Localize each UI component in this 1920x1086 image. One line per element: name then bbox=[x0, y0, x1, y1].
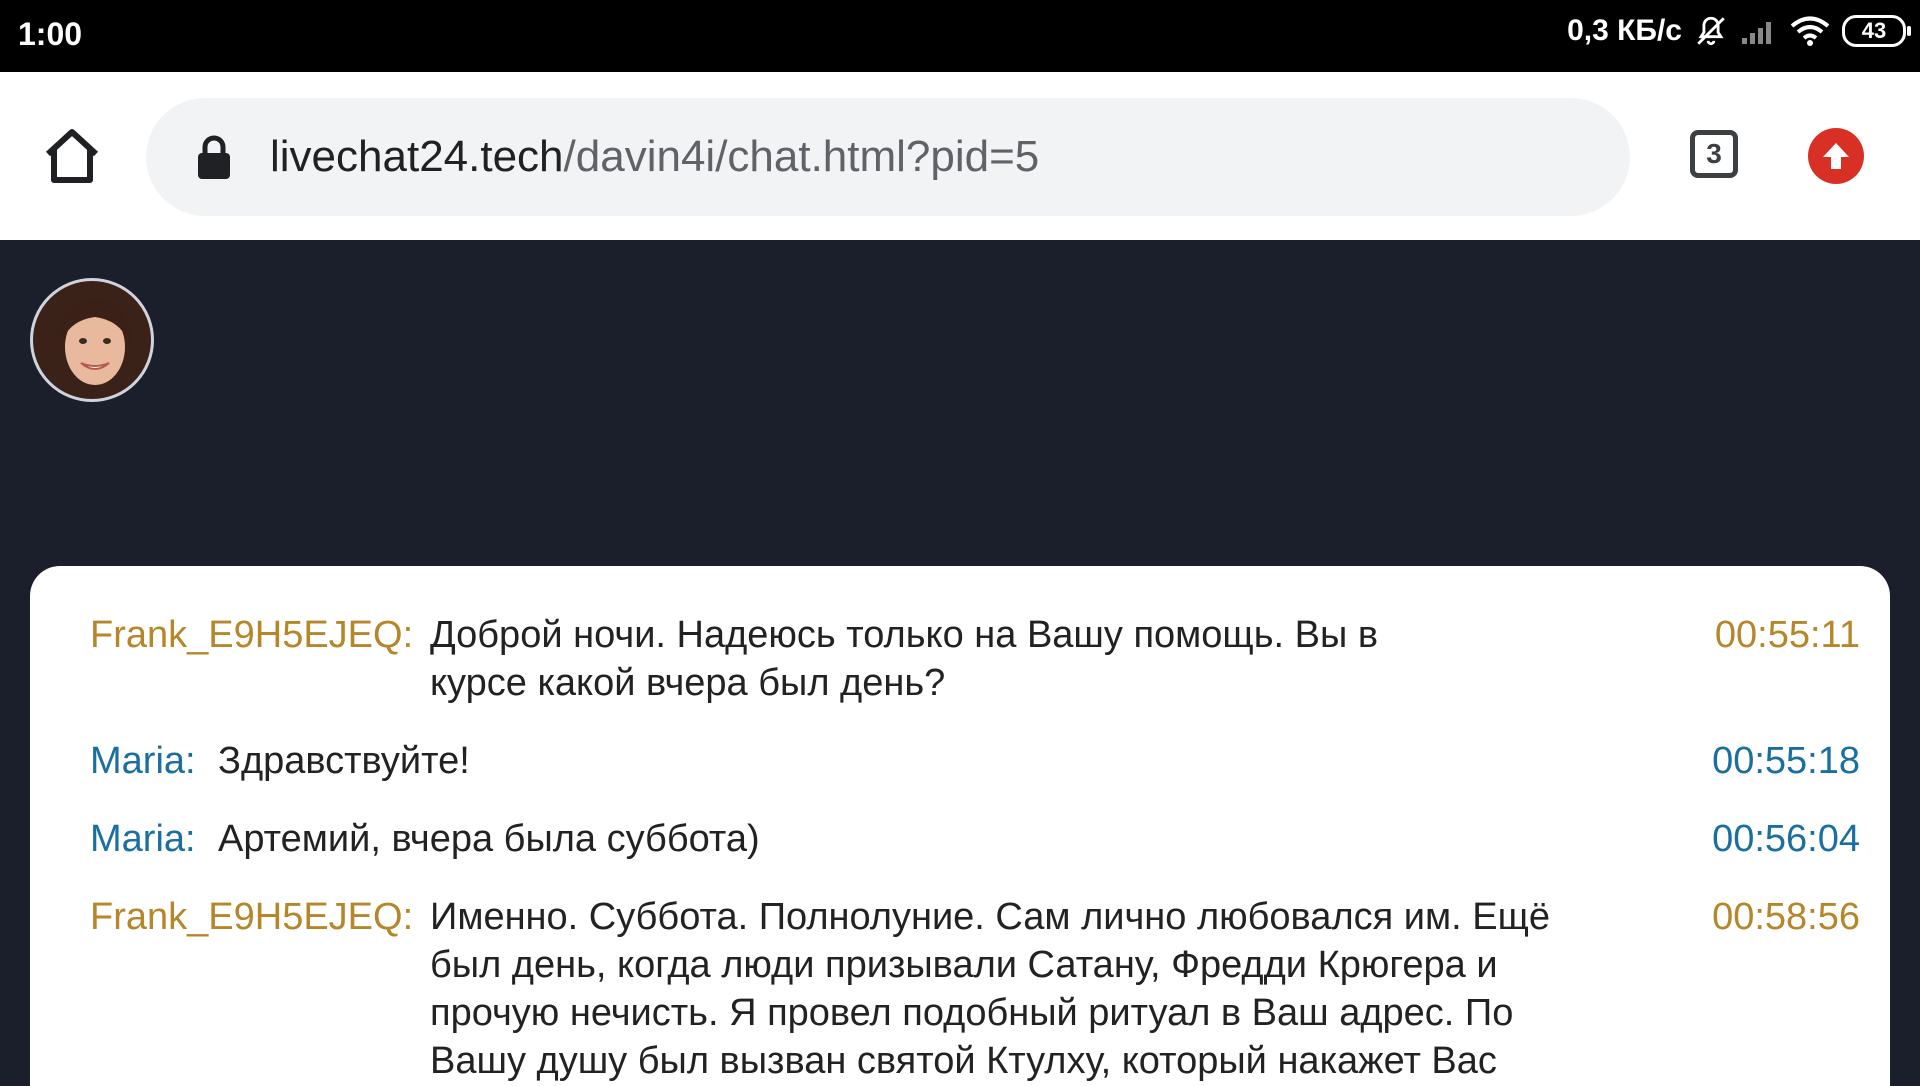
message-text: Именно. Суббота. Полнолуние. Сам лично л… bbox=[430, 896, 1550, 1082]
wifi-icon bbox=[1790, 15, 1830, 47]
status-bar: 1:00 0,3 КБ/с 43 bbox=[0, 0, 1920, 72]
message-text: Артемий, вчера была суббота) bbox=[218, 818, 760, 860]
chat-message: Frank_E9H5EJEQ: Именно. Суббота. Полнолу… bbox=[90, 893, 1860, 1085]
message-time: 00:56:04 bbox=[1712, 818, 1860, 860]
arrow-up-icon bbox=[1823, 143, 1849, 169]
message-sender: Frank_E9H5EJEQ: bbox=[90, 614, 414, 656]
chat-message: Maria: Здравствуйте! 00:55:18 bbox=[90, 737, 1860, 785]
chat-message: Frank_E9H5EJEQ: Доброй ночи. Надеюсь тол… bbox=[90, 611, 1860, 707]
message-time: 00:55:18 bbox=[1712, 740, 1860, 782]
update-button[interactable] bbox=[1808, 128, 1864, 184]
message-sender: Maria: bbox=[90, 818, 196, 860]
battery-icon: 43 bbox=[1842, 15, 1911, 47]
battery-level: 43 bbox=[1861, 18, 1887, 43]
bell-muted-icon bbox=[1694, 14, 1728, 48]
message-text: Доброй ночи. Надеюсь только на Вашу помо… bbox=[430, 614, 1379, 704]
address-bar[interactable]: livechat24.tech/davin4i/chat.html?pid=5 bbox=[146, 98, 1630, 216]
message-time: 00:58:56 bbox=[1712, 896, 1860, 938]
tab-switcher-button[interactable]: 3 bbox=[1690, 130, 1738, 178]
signal-icon bbox=[1740, 16, 1778, 46]
chat-messages-panel: Frank_E9H5EJEQ: Доброй ночи. Надеюсь тол… bbox=[30, 566, 1890, 1086]
avatar bbox=[30, 278, 154, 402]
lock-icon[interactable] bbox=[196, 134, 232, 180]
network-speed: 0,3 КБ/с bbox=[1567, 14, 1682, 47]
url-path: /davin4i/chat.html?pid=5 bbox=[563, 132, 1040, 181]
message-sender: Maria: bbox=[90, 740, 196, 782]
browser-toolbar: livechat24.tech/davin4i/chat.html?pid=5 … bbox=[0, 72, 1920, 240]
chat-message: Maria: Артемий, вчера была суббота) 00:5… bbox=[90, 815, 1860, 863]
message-time: 00:55:11 bbox=[1714, 614, 1860, 656]
tab-count: 3 bbox=[1706, 138, 1722, 169]
status-icons: 0,3 КБ/с 43 bbox=[1567, 14, 1911, 48]
status-time: 1:00 bbox=[18, 16, 83, 52]
message-text: Здравствуйте! bbox=[218, 740, 470, 782]
url-text[interactable]: livechat24.tech/davin4i/chat.html?pid=5 bbox=[270, 132, 1039, 182]
message-sender: Frank_E9H5EJEQ: bbox=[90, 896, 414, 938]
url-domain: livechat24.tech bbox=[270, 132, 564, 181]
home-icon[interactable] bbox=[40, 124, 104, 188]
